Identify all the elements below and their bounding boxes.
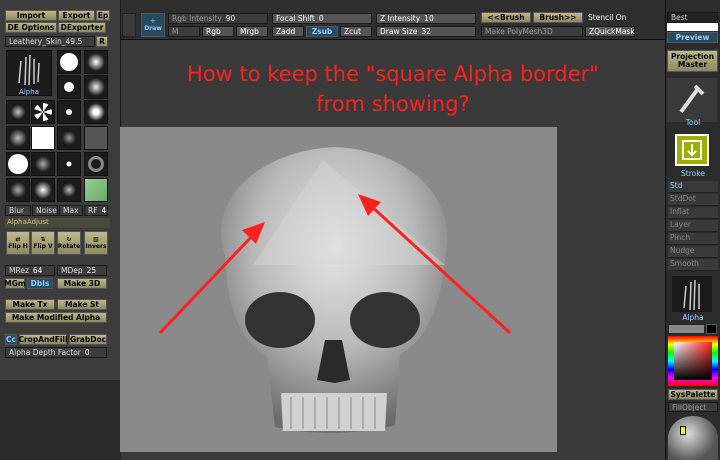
preview-button[interactable]: Preview	[667, 32, 718, 43]
arrow-left-head	[242, 222, 265, 244]
alpha-button[interactable]	[672, 276, 712, 312]
layer-item[interactable]: Layer	[668, 220, 718, 232]
arrow-left	[158, 231, 257, 335]
projection-master-button[interactable]: Projection Master	[667, 50, 718, 72]
nudge-item[interactable]: Nudge	[668, 246, 718, 258]
pinch-item[interactable]: Pinch	[668, 233, 718, 245]
saturation-value-picker[interactable]	[674, 342, 712, 380]
render-preview-swatch	[667, 23, 718, 31]
syspalette-button[interactable]: SysPalette	[668, 389, 718, 400]
fillobject-button[interactable]: FillObject	[668, 402, 718, 412]
alpha-label-right: Alpha	[682, 313, 704, 322]
smooth-item[interactable]: Smooth	[668, 259, 718, 271]
alpha-brush-icon	[683, 279, 700, 311]
primary-color-swatch[interactable]	[706, 324, 717, 334]
material-sphere[interactable]	[668, 416, 718, 460]
hue-picker[interactable]	[668, 336, 718, 386]
arrow-right	[368, 203, 512, 335]
annotation-arrows	[158, 194, 512, 335]
tool-button[interactable]	[667, 78, 717, 122]
std-item[interactable]: Std	[668, 181, 718, 193]
tool-icon	[679, 84, 705, 114]
tool-label: Tool	[685, 118, 701, 127]
inflat-item[interactable]: Inflat	[668, 207, 718, 219]
stroke-label: Stroke	[681, 169, 705, 178]
best-button[interactable]: Best	[667, 12, 718, 23]
stroke-icon	[682, 140, 702, 160]
stddot-item[interactable]: StdDot	[668, 194, 718, 206]
stroke-button[interactable]	[675, 134, 709, 166]
secondary-color-swatch[interactable]	[668, 324, 705, 334]
material-marker	[680, 426, 686, 435]
